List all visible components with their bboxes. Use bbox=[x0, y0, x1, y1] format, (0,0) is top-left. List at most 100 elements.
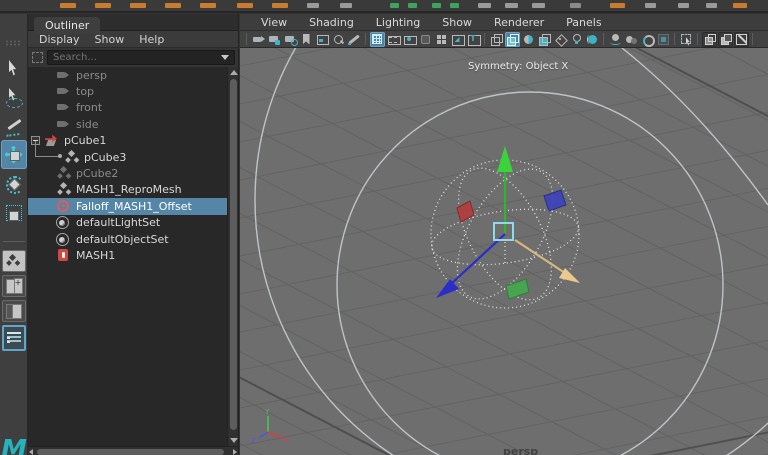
default-material-button[interactable] bbox=[553, 32, 568, 47]
xray-active-components-button[interactable] bbox=[734, 32, 749, 47]
manipulator-z-arrowhead[interactable] bbox=[436, 279, 459, 298]
outliner-menu-show[interactable]: Show bbox=[95, 33, 125, 46]
maya-logo: M bbox=[1, 437, 27, 455]
layout-outliner-persp-button[interactable] bbox=[2, 325, 26, 351]
viewport-3d-scene[interactable]: Y X Z bbox=[240, 48, 768, 455]
pan-zoom-button[interactable] bbox=[331, 32, 346, 47]
safe-action-button[interactable] bbox=[450, 32, 465, 47]
toolbox-drag-handle[interactable] bbox=[5, 40, 22, 47]
manipulator-y-plane-handle[interactable] bbox=[506, 279, 529, 299]
select-tool-button[interactable] bbox=[1, 53, 27, 82]
shelf-icon-fragment bbox=[340, 3, 352, 8]
layout-two-pane-split-button[interactable] bbox=[2, 275, 26, 297]
outliner-item-front[interactable]: front bbox=[28, 100, 227, 116]
xray-joints-button[interactable] bbox=[718, 32, 733, 47]
resolution-gate-button[interactable] bbox=[402, 32, 417, 47]
grid-toggle-button[interactable] bbox=[370, 32, 385, 47]
field-chart-button[interactable] bbox=[434, 32, 449, 47]
viewport-menu-shading[interactable]: Shading bbox=[298, 16, 365, 29]
outliner-item-side[interactable]: side bbox=[28, 116, 227, 132]
manipulator-z-plane-handle[interactable] bbox=[544, 190, 566, 211]
shaded-display-icon bbox=[506, 33, 519, 46]
image-plane-button[interactable] bbox=[315, 32, 330, 47]
scale-tool-button[interactable] bbox=[1, 198, 27, 227]
bookmarks-button[interactable] bbox=[299, 32, 314, 47]
outliner-item-defaultLightSet[interactable]: defaultLightSet bbox=[28, 215, 227, 231]
outliner-item-label: MASH1 bbox=[76, 249, 115, 262]
shelf-icon-fragment bbox=[733, 3, 747, 8]
shadows-icon bbox=[625, 33, 638, 46]
layout-single-pane-button[interactable] bbox=[2, 250, 26, 272]
outliner-item-top[interactable]: top bbox=[28, 83, 227, 99]
viewport-camera-label: persp bbox=[503, 445, 538, 455]
film-gate-button[interactable] bbox=[386, 32, 401, 47]
shelf-icon-fragment bbox=[408, 3, 417, 8]
move-tool-button[interactable] bbox=[1, 140, 27, 169]
outliner-item-pCube3[interactable]: pCube3 bbox=[28, 149, 227, 165]
rotate-tool-button[interactable] bbox=[1, 169, 27, 198]
search-dropdown-caret-icon[interactable] bbox=[221, 55, 229, 60]
paint-select-tool-button[interactable] bbox=[1, 111, 27, 140]
outliner-item-defaultObjectSet[interactable]: defaultObjectSet bbox=[28, 231, 227, 247]
safe-title-button[interactable] bbox=[466, 32, 481, 47]
xray-button[interactable] bbox=[702, 32, 717, 47]
manipulator-y-arrowhead[interactable] bbox=[497, 146, 513, 172]
viewport-menu-panels[interactable]: Panels bbox=[555, 16, 612, 29]
outliner-item-Falloff_MASH1_Offset[interactable]: Falloff_MASH1_Offset bbox=[28, 198, 227, 214]
outliner-menu-display[interactable]: Display bbox=[39, 33, 80, 46]
camera-attributes-button[interactable] bbox=[283, 32, 298, 47]
filter-selection-icon[interactable] bbox=[32, 52, 43, 63]
layout-side-by-side-button[interactable] bbox=[2, 300, 26, 322]
camera-select-button[interactable] bbox=[251, 32, 266, 47]
use-all-lights-button[interactable] bbox=[569, 32, 584, 47]
shelf-icon-fragment bbox=[390, 3, 399, 8]
outliner-item-MASH1[interactable]: MASH1 bbox=[28, 247, 227, 263]
viewport-menu-show[interactable]: Show bbox=[431, 16, 483, 29]
textured-display-button[interactable] bbox=[521, 32, 536, 47]
outliner-horizontal-scrollbar[interactable] bbox=[28, 446, 238, 455]
grease-pencil-button[interactable] bbox=[347, 32, 362, 47]
isolate-select-button[interactable] bbox=[679, 32, 694, 47]
axis-x-label: X bbox=[284, 436, 289, 444]
viewport-menu-lighting[interactable]: Lighting bbox=[365, 16, 431, 29]
two-sided-lighting-button[interactable] bbox=[608, 32, 623, 47]
scroll-up-icon[interactable] bbox=[230, 70, 238, 75]
scroll-left-icon[interactable] bbox=[29, 449, 33, 455]
camera-lock-button[interactable] bbox=[267, 32, 282, 47]
outliner-tab[interactable]: Outliner bbox=[34, 17, 100, 34]
vertical-scroll-thumb[interactable] bbox=[230, 79, 237, 430]
maya-window: M Outliner DisplayShowHelp persptopfront… bbox=[0, 0, 768, 455]
mesh-icon bbox=[56, 167, 70, 180]
shaded-display-button[interactable] bbox=[505, 32, 520, 47]
outliner-search-input[interactable] bbox=[53, 52, 217, 63]
outliner-menu-help[interactable]: Help bbox=[139, 33, 164, 46]
outliner-item-label: Falloff_MASH1_Offset bbox=[76, 200, 192, 213]
outliner-item-persp[interactable]: persp bbox=[28, 67, 227, 83]
viewport-menu-renderer[interactable]: Renderer bbox=[483, 16, 555, 29]
falloff-icon bbox=[56, 200, 70, 213]
outliner-item-label: defaultObjectSet bbox=[76, 233, 169, 246]
wireframe-on-shaded-button[interactable] bbox=[537, 32, 552, 47]
textures-toggle-button[interactable] bbox=[585, 32, 600, 47]
motion-blur-button[interactable] bbox=[656, 32, 671, 47]
outliner-vertical-scrollbar[interactable] bbox=[227, 67, 238, 446]
scroll-down-icon[interactable] bbox=[230, 438, 238, 443]
manipulator-z-axis-arrow[interactable] bbox=[450, 234, 505, 285]
viewport-menu-view[interactable]: View bbox=[250, 16, 298, 29]
outliner-item-MASH1_ReproMesh[interactable]: MASH1_ReproMesh bbox=[28, 182, 227, 198]
camera-attributes-icon bbox=[284, 33, 297, 46]
gate-mask-button[interactable] bbox=[418, 32, 433, 47]
viewport-canvas[interactable]: Y X Z Symmetry: Object X persp bbox=[240, 48, 768, 455]
camera-icon bbox=[56, 69, 70, 82]
ambient-occlusion-button[interactable] bbox=[640, 32, 655, 47]
manipulator-x-plane-handle[interactable] bbox=[457, 201, 474, 222]
manipulator-x-axis-arrow[interactable] bbox=[515, 240, 568, 275]
shadows-button[interactable] bbox=[624, 32, 639, 47]
wireframe-display-button[interactable] bbox=[489, 32, 504, 47]
lasso-tool-button[interactable] bbox=[1, 82, 27, 111]
outliner-item-pCube2[interactable]: pCube2 bbox=[28, 165, 227, 181]
manipulator-center-handle[interactable] bbox=[494, 223, 513, 240]
scroll-right-icon[interactable] bbox=[233, 449, 237, 455]
outliner-search-row bbox=[28, 48, 238, 67]
horizontal-scroll-thumb[interactable] bbox=[37, 449, 224, 455]
